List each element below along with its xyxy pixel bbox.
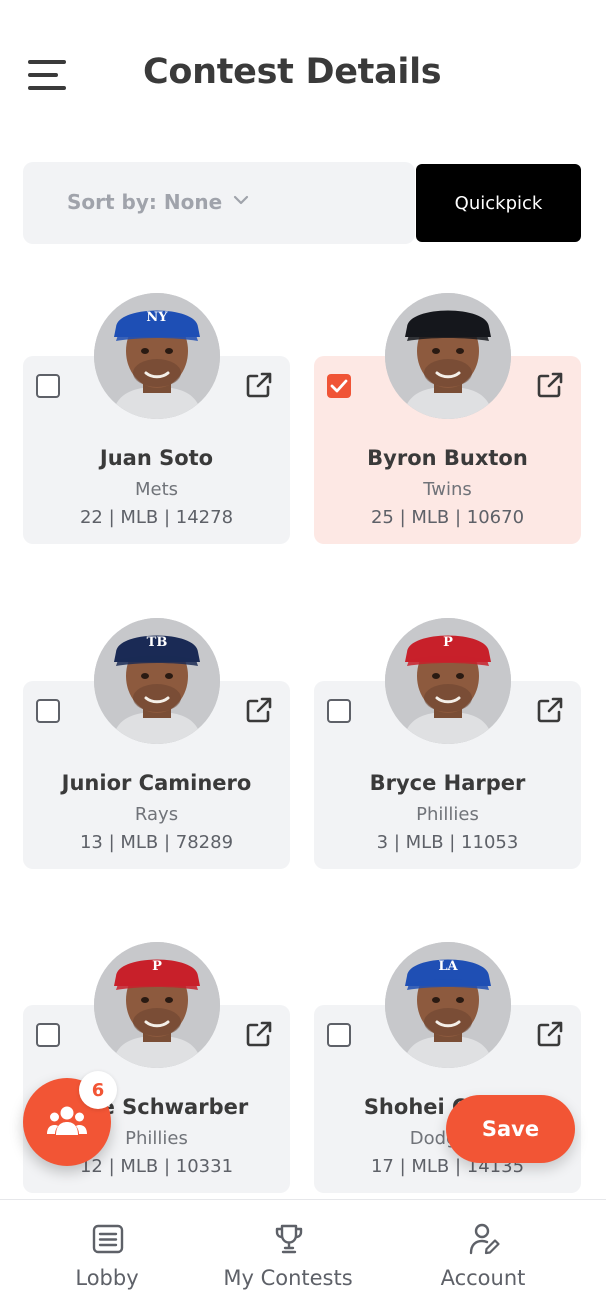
bottom-nav: Lobby My Contests Account: [0, 1199, 606, 1312]
nav-label-lobby: Lobby: [75, 1266, 139, 1290]
app-header: Contest Details: [0, 0, 606, 140]
player-team: Mets: [134, 479, 179, 500]
cap-logo: LA: [438, 959, 458, 974]
nav-item-account[interactable]: Account: [382, 1200, 584, 1312]
sort-dropdown[interactable]: Sort by: None: [23, 162, 415, 244]
player-name: Junior Caminero: [61, 771, 252, 795]
player-photo: LA: [385, 942, 511, 1068]
external-link-icon[interactable]: [535, 695, 565, 725]
player-checkbox[interactable]: [327, 699, 351, 723]
nav-item-lobby[interactable]: Lobby: [6, 1200, 208, 1312]
quickpick-button[interactable]: Quickpick: [416, 164, 581, 242]
chevron-down-icon: [233, 195, 249, 205]
player-checkbox[interactable]: [36, 1023, 60, 1047]
player-team: Phillies: [416, 804, 479, 825]
player-avatar: P: [94, 942, 220, 1068]
list-icon: [92, 1224, 124, 1254]
player-name: Byron Buxton: [367, 446, 528, 470]
nav-item-my-contests[interactable]: My Contests: [187, 1200, 389, 1312]
player-avatar: [385, 293, 511, 419]
hamburger-menu-icon[interactable]: [28, 60, 68, 92]
cap-logo: TB: [147, 635, 168, 650]
player-name: Bryce Harper: [369, 771, 526, 795]
player-photo: TB: [94, 618, 220, 744]
team-count-badge: 6: [79, 1071, 117, 1109]
external-link-icon[interactable]: [244, 370, 274, 400]
player-meta: 22 | MLB | 14278: [79, 507, 234, 528]
cap-logo: P: [443, 635, 453, 650]
page-title: Contest Details: [143, 52, 442, 92]
check-icon: [330, 379, 348, 393]
player-meta: 25 | MLB | 10670: [370, 507, 525, 528]
team-icon: [47, 1106, 87, 1135]
player-avatar: TB: [94, 618, 220, 744]
save-button[interactable]: Save: [446, 1095, 575, 1163]
user-edit-icon: [469, 1223, 500, 1255]
player-photo: NY: [94, 293, 220, 419]
trophy-icon: [275, 1224, 303, 1254]
external-link-icon[interactable]: [535, 370, 565, 400]
nav-label-my-contests: My Contests: [223, 1266, 353, 1290]
player-avatar: NY: [94, 293, 220, 419]
player-checkbox[interactable]: [327, 374, 351, 398]
player-photo: P: [385, 618, 511, 744]
cap-logo: NY: [146, 310, 168, 325]
player-checkbox[interactable]: [327, 1023, 351, 1047]
player-checkbox[interactable]: [36, 699, 60, 723]
player-meta: 13 | MLB | 78289: [79, 832, 234, 853]
cap-logo: P: [152, 959, 162, 974]
player-photo: [385, 293, 511, 419]
external-link-icon[interactable]: [244, 1019, 274, 1049]
player-meta: 3 | MLB | 11053: [376, 832, 519, 853]
player-avatar: LA: [385, 942, 511, 1068]
player-checkbox[interactable]: [36, 374, 60, 398]
player-photo: P: [94, 942, 220, 1068]
sort-label: Sort by: None: [67, 190, 223, 214]
player-name: Juan Soto: [99, 446, 214, 470]
external-link-icon[interactable]: [535, 1019, 565, 1049]
external-link-icon[interactable]: [244, 695, 274, 725]
player-team: Rays: [134, 804, 179, 825]
player-team: Twins: [423, 479, 472, 500]
nav-label-account: Account: [440, 1266, 526, 1290]
player-avatar: P: [385, 618, 511, 744]
